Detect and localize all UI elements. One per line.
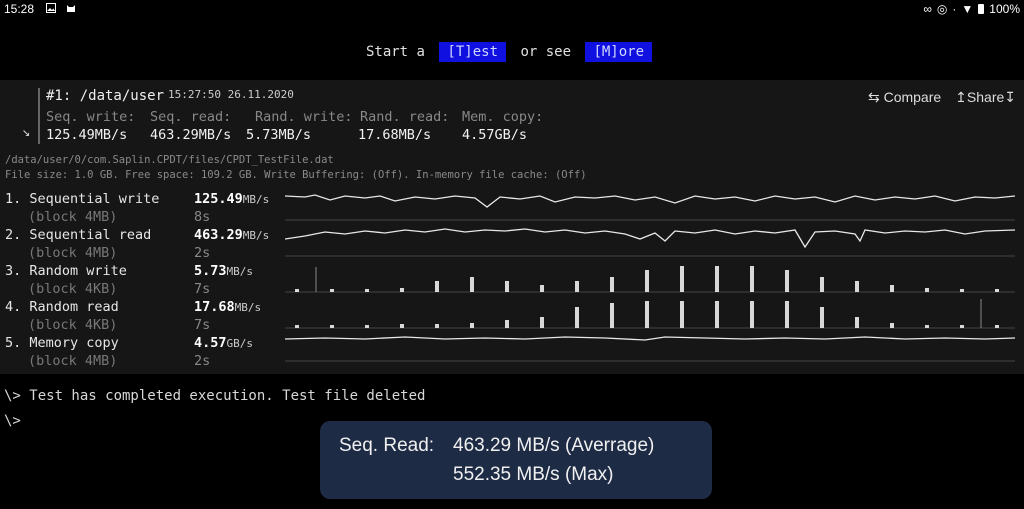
more-button[interactable]: [M]ore: [585, 42, 653, 62]
status-bar: 15:28 ∞ ◎ · ▼ 100%: [0, 0, 1024, 18]
rand-read-graph: [285, 299, 1015, 329]
test-value: 463.29MB/s: [194, 227, 270, 243]
test-name: 5. Memory copy: [5, 335, 119, 351]
seq-read-tooltip: Seq. Read: 463.29 MB/s (Averrage) 552.35…: [320, 421, 712, 499]
expand-arrow-icon[interactable]: ↘: [22, 124, 30, 140]
test-time: 8s: [194, 209, 211, 225]
test-time: 2s: [194, 245, 211, 261]
results-panel: #1: /data/user 15:27:50 26.11.2020 ⇆ Com…: [0, 80, 1024, 374]
value-rand-read: 17.68MB/s: [358, 127, 432, 143]
tooltip-average: 463.29 MB/s (Averrage): [453, 435, 655, 456]
start-text: Start a: [365, 44, 425, 60]
dot-icon: ·: [952, 2, 957, 16]
test-value: 17.68MB/s: [194, 299, 262, 315]
or-see-text: or see: [520, 44, 572, 60]
result-timestamp: 15:27:50 26.11.2020: [168, 88, 294, 101]
test-name: 3. Random write: [5, 263, 127, 279]
top-command: Start a [T]est or see [M]ore: [0, 42, 1024, 62]
test-block: (block 4MB): [28, 245, 118, 261]
label-rand-write: Rand. write:: [255, 109, 353, 125]
test-block: (block 4MB): [28, 353, 118, 369]
battery-level: 100%: [989, 2, 1020, 16]
test-row: 3. Random write (block 4KB) 5.73MB/s 7s: [0, 263, 1024, 299]
label-seq-read: Seq. read:: [150, 109, 232, 125]
value-rand-write: 5.73MB/s: [246, 127, 312, 143]
test-name: 2. Sequential read: [5, 227, 152, 243]
share-button[interactable]: ↥Share↧: [955, 89, 1016, 106]
wifi-icon: ▼: [961, 2, 974, 16]
console-prompt[interactable]: \>: [4, 413, 21, 429]
test-button[interactable]: [T]est: [439, 42, 506, 62]
test-time: 2s: [194, 353, 211, 369]
test-time: 7s: [194, 317, 211, 333]
console-line: \> Test has completed execution. Test fi…: [4, 388, 426, 404]
test-value: 5.73MB/s: [194, 263, 254, 279]
value-seq-read: 463.29MB/s: [150, 127, 232, 143]
test-name: 1. Sequential write: [5, 191, 160, 207]
label-mem-copy: Mem. copy:: [462, 109, 544, 125]
value-seq-write: 125.49MB/s: [46, 127, 128, 143]
link-icon: ∞: [923, 2, 932, 16]
value-mem-copy: 4.57GB/s: [462, 127, 528, 143]
gallery-icon: [46, 3, 56, 13]
test-row: 1. Sequential write (block 4MB) 125.49MB…: [0, 191, 1024, 227]
file-path: /data/user/0/com.Saplin.CPDT/files/CPDT_…: [5, 154, 334, 166]
cat-icon: [67, 5, 75, 12]
tooltip-label: Seq. Read:: [339, 435, 435, 456]
test-value: 4.57GB/s: [194, 335, 254, 351]
result-marker: [38, 88, 40, 144]
battery-icon: [978, 4, 985, 14]
test-name: 4. Random read: [5, 299, 119, 315]
seq-read-graph: [285, 228, 1015, 257]
file-info: File size: 1.0 GB. Free space: 109.2 GB.…: [5, 169, 587, 181]
label-seq-write: Seq. write:: [46, 109, 136, 125]
result-actions: ⇆ Compare ↥Share↧: [868, 89, 1016, 106]
tooltip-max: 552.35 MB/s (Max): [453, 464, 614, 485]
clock: 15:28: [4, 2, 35, 16]
mem-copy-graph: [285, 336, 1015, 362]
test-value: 125.49MB/s: [194, 191, 270, 207]
seq-write-graph: [285, 194, 1015, 221]
label-rand-read: Rand. read:: [360, 109, 450, 125]
test-row: 4. Random read (block 4KB) 17.68MB/s 7s: [0, 299, 1024, 335]
test-block: (block 4KB): [28, 317, 118, 333]
status-icons: ∞ ◎ · ▼ 100%: [923, 2, 1020, 16]
test-block: (block 4MB): [28, 209, 118, 225]
sync-icon: ◎: [936, 2, 948, 16]
compare-button[interactable]: ⇆ Compare: [868, 89, 941, 106]
result-title[interactable]: #1: /data/user: [46, 88, 164, 104]
test-time: 7s: [194, 281, 211, 297]
test-row: 5. Memory copy (block 4MB) 4.57GB/s 2s: [0, 335, 1024, 371]
rand-write-graph: [285, 266, 1015, 293]
test-row: 2. Sequential read (block 4MB) 463.29MB/…: [0, 227, 1024, 263]
test-block: (block 4KB): [28, 281, 118, 297]
